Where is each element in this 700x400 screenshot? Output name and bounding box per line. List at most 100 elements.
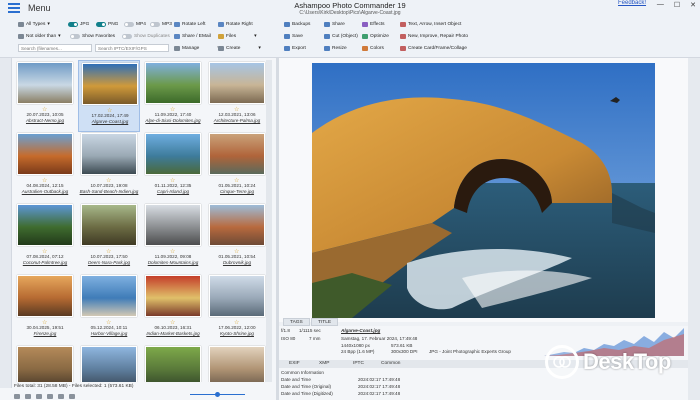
thumbnail-item[interactable] — [14, 344, 76, 382]
thumbnail-item[interactable]: ☆ 04.08.2024, 12:15 Australien-Outback.jpg — [14, 131, 76, 203]
toggle-switch[interactable] — [124, 22, 134, 27]
metadata-value: 2024:02:17 17:49:48 — [358, 391, 401, 396]
browser-pane: ☆ 20.07.2023, 10:05 Abstract-Nemo.jpg ☆ 17.0… — [0, 58, 276, 400]
manage-dropdown[interactable]: Manage▾ — [174, 46, 220, 51]
filter-icon[interactable] — [58, 393, 64, 399]
thumbnail-item[interactable]: ☆ 20.07.2023, 10:05 Abstract-Nemo.jpg — [14, 60, 76, 132]
thumbnail-item[interactable]: ☆ 12.03.2021, 13:06 Architecture-Palma.jpg — [206, 60, 268, 132]
minimize-button[interactable]: — — [657, 1, 664, 9]
thumbnail-filename: Australien-Outback.jpg — [21, 189, 69, 194]
thumbnail-image — [17, 204, 73, 246]
thumbnail-item[interactable]: ☆ 11.09.2022, 17:40 Alpe-di-Siusi-Dolomite… — [142, 60, 204, 132]
resize-button[interactable]: Resize — [324, 46, 347, 51]
palette-icon — [362, 46, 368, 51]
cut-object-button[interactable]: Cut (Object) — [324, 34, 358, 39]
info-date-long: Samstag, 17. Februar 2024, 17:49:48 — [341, 336, 418, 341]
thumbnail-filename: Coconut-Palmtree.jpg — [22, 260, 68, 265]
rotate-right-button[interactable]: Rotate Right — [218, 22, 253, 27]
thumbnail-filename: Abstract-Nemo.jpg — [25, 118, 65, 123]
rotate-left-button[interactable]: Rotate Left — [174, 22, 205, 27]
aperture-value: f/1.8 — [281, 328, 290, 333]
backups-button[interactable]: Backups — [284, 22, 310, 27]
image-preview — [279, 58, 688, 322]
thumbnail-filename: Capri-Island.jpg — [156, 189, 190, 194]
details-view-icon[interactable] — [25, 393, 31, 399]
feedback-link[interactable]: Feedback! — [618, 0, 646, 6]
jpg-toggle[interactable]: JPG — [68, 22, 89, 27]
thumbnail-item[interactable]: ☆ 01.11.2022, 12:35 Capri-Island.jpg — [142, 131, 204, 203]
create-card-button[interactable]: Create Card/Frame/Collage — [400, 46, 467, 51]
toggle-switch[interactable] — [122, 34, 132, 39]
files-dropdown[interactable]: Files ▾ — [218, 34, 257, 39]
thumbnail-filename: Harbor-Village.jpg — [90, 331, 128, 336]
tab-title[interactable]: TITLE — [311, 318, 339, 326]
thumbnail-item[interactable]: ☆ 10.07.2023, 17:50 Deers-Nara-Park.jpg — [78, 202, 140, 274]
search-filenames-input[interactable]: Search (filenames... — [18, 44, 92, 52]
thumbnail-image — [81, 133, 137, 175]
all-types-dropdown[interactable]: All Types ▾ — [18, 22, 50, 27]
thumbnail-image — [17, 133, 73, 175]
save-button[interactable]: Save — [284, 34, 303, 39]
thumbnail-size-slider[interactable] — [190, 392, 245, 397]
thumbnail-filename: Dubrovnik.jpg — [222, 260, 252, 265]
thumbnail-item[interactable]: ☆ 05.12.2024, 10:11 Harbor-Village.jpg — [78, 273, 140, 345]
thumbnail-item[interactable]: ☆ 01.05.2021, 10:54 Dubrovnik.jpg — [206, 202, 268, 274]
thumbnail-item[interactable]: ☆ 01.05.2021, 10:24 Cinque-Terre.jpg — [206, 131, 268, 203]
tab-exif[interactable]: EXIF — [289, 361, 300, 366]
sort-icon[interactable] — [47, 393, 53, 399]
effects-button[interactable]: Effects — [362, 22, 385, 27]
optimize-button[interactable]: Optimize — [362, 34, 389, 39]
thumbnail-image — [81, 204, 137, 246]
thumbnail-item[interactable] — [142, 344, 204, 382]
show-favorites-toggle[interactable]: Show Favorites — [70, 34, 115, 39]
card-icon — [400, 46, 406, 51]
thumbnail-item[interactable]: ☆ 06.10.2023, 16:31 Indian-Market-Baskets.… — [142, 273, 204, 345]
thumbnail-filename: Cinque-Terre.jpg — [219, 189, 255, 194]
thumbnail-item[interactable]: ☆ 07.08.2024, 07:12 Coconut-Palmtree.jpg — [14, 202, 76, 274]
mp3-toggle[interactable]: MP3 — [150, 22, 172, 27]
thumbnail-scrollbar[interactable] — [266, 60, 272, 382]
show-duplicates-toggle[interactable]: Show Duplicates — [122, 34, 170, 39]
watermark-text: DeskTop — [583, 349, 671, 374]
thumbnail-item[interactable] — [78, 344, 140, 382]
new-improve-button[interactable]: New, Improve, Repair Photo — [400, 34, 468, 39]
thumbnail-item[interactable]: ☆ 17.06.2022, 12:00 Kyoto-Shrine.jpg — [206, 273, 268, 345]
info-tabs: TAGS TITLE — [279, 318, 688, 326]
toggle-switch[interactable] — [150, 22, 160, 27]
grid-icon[interactable] — [69, 393, 75, 399]
share-email-button[interactable]: Share / EMail — [174, 34, 211, 39]
text-arrow-button[interactable]: Text, Arrow, Insert Object — [400, 22, 461, 27]
share-button[interactable]: Share — [324, 22, 345, 27]
thumbnail-view-icon[interactable] — [36, 393, 42, 399]
tab-common[interactable]: Common — [381, 361, 400, 366]
tab-iptc[interactable]: IPTC — [353, 361, 364, 366]
toggle-switch[interactable] — [70, 34, 80, 39]
tab-tags[interactable]: TAGS — [283, 318, 310, 326]
thumbnail-image — [145, 62, 201, 104]
tab-xmp[interactable]: XMP — [319, 361, 329, 366]
list-view-icon[interactable] — [14, 393, 20, 399]
colors-button[interactable]: Colors — [362, 46, 384, 51]
mp4-toggle[interactable]: MP4 — [124, 22, 146, 27]
thumbnail-item[interactable] — [206, 344, 268, 382]
close-button[interactable]: ✕ — [690, 1, 696, 9]
thumbnail-item[interactable]: ☆ 10.07.2023, 19:08 Bash-Sand-Beach-Indien… — [78, 131, 140, 203]
toggle-switch[interactable] — [68, 22, 78, 27]
png-toggle[interactable]: PNG — [96, 22, 118, 27]
thumbnail-filename: Architecture-Palma.jpg — [213, 118, 261, 123]
metadata-label: Date and Time (Digitized) — [281, 391, 333, 396]
create-dropdown[interactable]: Create ▾ — [218, 46, 261, 51]
toggle-switch[interactable] — [96, 22, 106, 27]
not-older-than-dropdown[interactable]: Not older than ▾ — [18, 34, 61, 39]
maximize-button[interactable]: ☐ — [674, 1, 680, 9]
thumbnail-item[interactable]: ☆ 17.02.2024, 17:49 Algarve-Coast.jpg — [78, 60, 140, 132]
folder-sidebar[interactable] — [0, 58, 12, 388]
metadata-label: Date and Time (Original) — [281, 384, 332, 389]
export-button[interactable]: Export — [284, 46, 306, 51]
thumbnail-item[interactable]: ☆ 30.04.2025, 19:51 Firenze.jpg — [14, 273, 76, 345]
thumbnail-date: 04.08.2024, 12:15 — [26, 183, 64, 188]
search-iptc-input[interactable]: Search IPTC/EXIF/GPS — [95, 44, 169, 52]
clock-icon — [18, 34, 24, 39]
thumbnail-item[interactable]: ☆ 11.09.2022, 09:08 Dolomites-Mountains.jp… — [142, 202, 204, 274]
thumbnail-image — [17, 62, 73, 104]
